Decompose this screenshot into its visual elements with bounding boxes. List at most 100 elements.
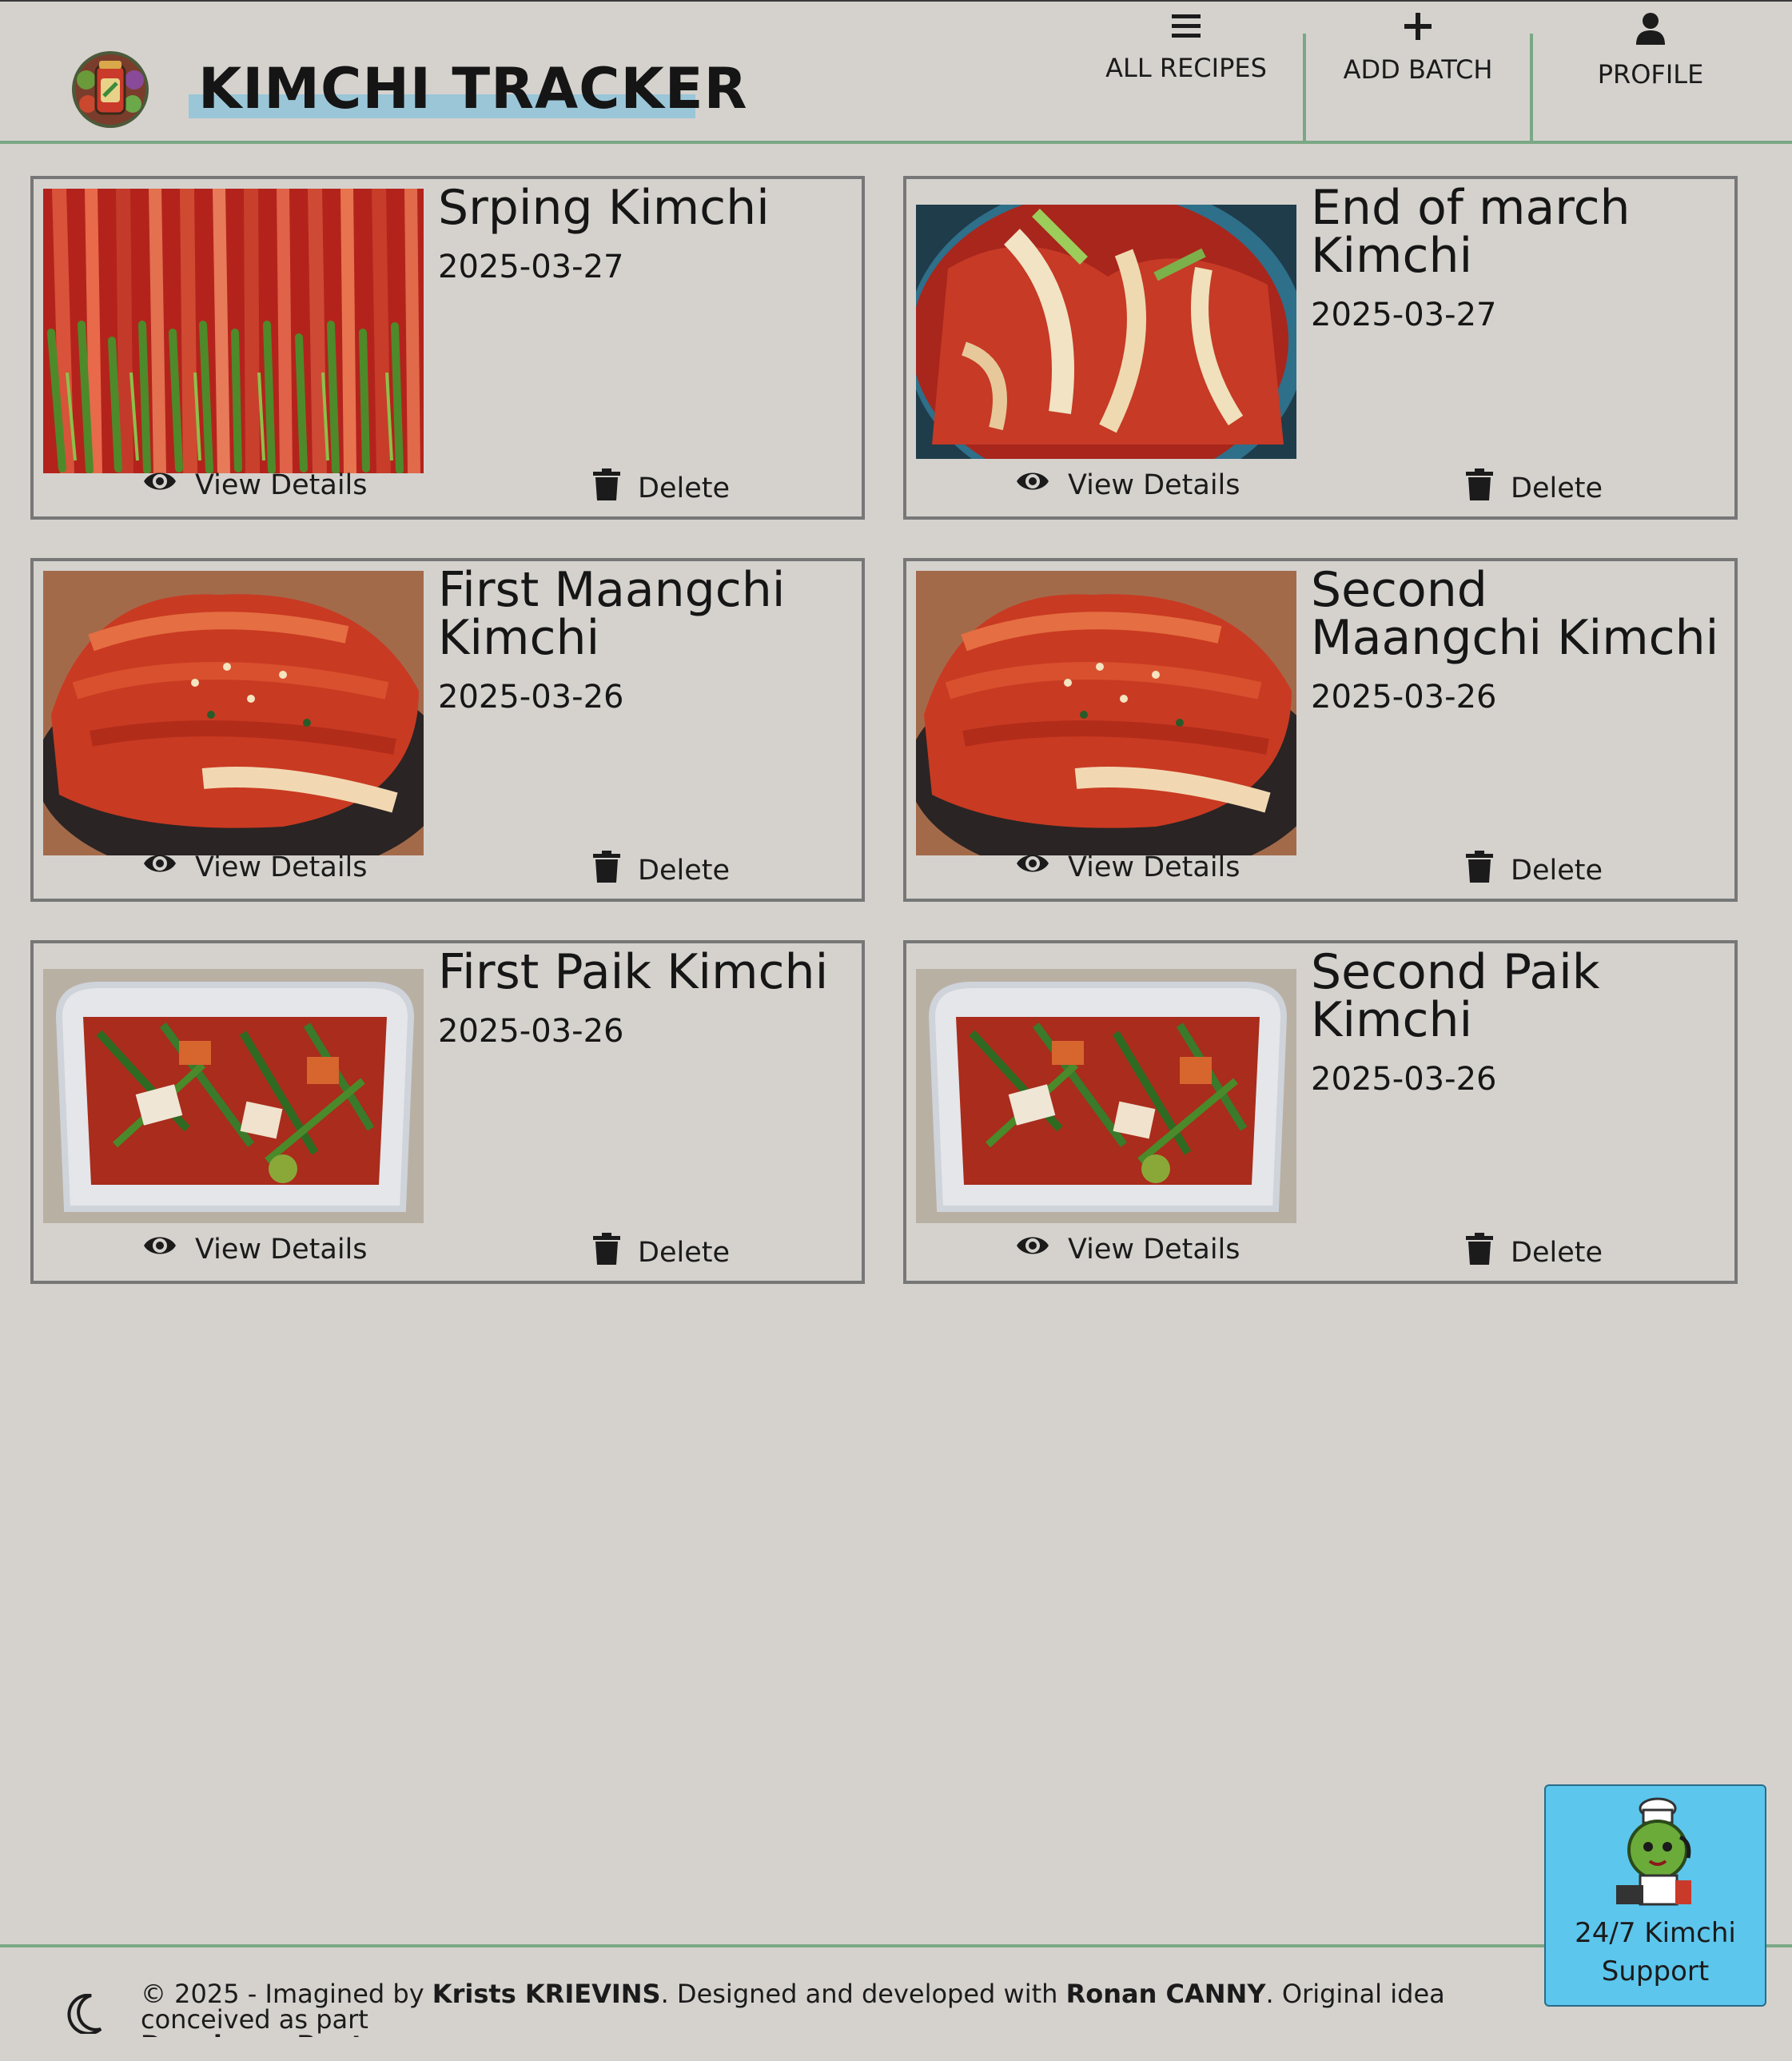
kimchi-jar-logo[interactable] [69,48,152,131]
card-actions: View Details Delete [34,1233,862,1271]
plus-icon [1404,0,1432,43]
support-label-line1: 24/7 Kimchi [1575,1917,1736,1949]
delete-button[interactable]: Delete [1466,851,1603,890]
footer-author: Krists KRIEVINS [432,1981,661,2009]
delete-label: Delete [638,1236,730,1269]
app-title[interactable]: KIMCHI TRACKER [189,53,747,125]
card-date: 2025-03-26 [1311,679,1497,716]
moon-icon[interactable] [67,1993,102,2037]
view-details-button[interactable]: View Details [142,468,368,501]
view-details-label: View Details [195,851,368,883]
card-title-block: End of march Kimchi 2025-03-27 [1311,184,1726,334]
card-actions: View Details Delete [906,468,1734,507]
cabbage-kimchi-bowl-photo [916,205,1296,459]
card-actions: View Details Delete [906,851,1734,889]
card-title: First Paik Kimchi [438,944,829,1000]
footer-middle: . Designed and developed with [660,1981,1066,2009]
trash-icon [593,851,638,890]
delete-label: Delete [1511,1236,1603,1269]
card-date: 2025-03-26 [1311,1061,1497,1098]
support-label: 24/7 Kimchi Support [1546,1914,1765,1991]
view-details-label: View Details [1068,1233,1240,1266]
card-date: 2025-03-26 [438,1013,624,1050]
nav-all-recipes-label: ALL RECIPES [1105,53,1267,83]
view-details-label: View Details [1068,468,1240,501]
batch-card: First Paik Kimchi 2025-03-26 View Detail… [30,940,865,1284]
nav-profile[interactable]: PROFILE [1567,0,1734,107]
container-kimchi-photo [43,969,424,1223]
batch-card: Second Paik Kimchi 2025-03-26 View Detai… [903,940,1738,1284]
eye-icon [142,851,195,883]
view-details-button[interactable]: View Details [142,851,368,883]
napa-cabbage-kimchi-photo [43,571,424,855]
batch-card: Srping Kimchi 2025-03-27 View Details De… [30,176,865,520]
eye-icon [142,1233,195,1266]
trash-icon [1466,851,1511,890]
napa-cabbage-kimchi-photo [916,571,1296,855]
view-details-label: View Details [1068,851,1240,883]
trash-icon [593,468,638,508]
user-icon [1636,0,1665,48]
delete-label: Delete [638,854,730,887]
card-date: 2025-03-26 [438,679,624,716]
delete-label: Delete [1511,854,1603,887]
trash-icon [593,1233,638,1272]
card-date: 2025-03-27 [438,249,624,285]
view-details-label: View Details [195,1233,368,1266]
nav-divider [1530,34,1533,141]
card-title-block: Second Paik Kimchi 2025-03-26 [1311,948,1726,1098]
delete-button[interactable]: Delete [593,468,730,508]
card-title-block: Srping Kimchi 2025-03-27 [438,184,854,286]
menu-icon [1172,0,1201,42]
card-title-block: Second Maangchi Kimchi 2025-03-26 [1311,566,1726,716]
card-title: Second Paik Kimchi [1311,944,1600,1048]
delete-button[interactable]: Delete [593,1233,730,1272]
card-actions: View Details Delete [34,468,862,507]
kimchi-support-button[interactable]: 24/7 Kimchi Support [1544,1784,1766,2007]
card-title: End of march Kimchi [1311,180,1631,284]
delete-button[interactable]: Delete [593,851,730,890]
view-details-button[interactable]: View Details [142,1233,368,1266]
cabbage-chef-mascot [1608,1797,1707,1912]
footer-collaborator: Ronan CANNY [1065,1981,1266,2009]
nav-divider [1303,34,1306,141]
nav-add-batch[interactable]: ADD BATCH [1327,0,1509,107]
delete-label: Delete [1511,472,1603,504]
footer-credits: © 2025 - Imagined by Krists KRIEVINS. De… [141,1981,1523,2037]
support-label-line2: Support [1601,1955,1710,1987]
nav-add-batch-label: ADD BATCH [1343,54,1493,85]
card-title: Second Maangchi Kimchi [1311,562,1719,666]
footer-divider [0,1944,1792,1947]
nav-profile-label: PROFILE [1597,59,1704,90]
trash-icon [1466,1233,1511,1272]
eye-icon [142,468,195,501]
nav-all-recipes[interactable]: ALL RECIPES [1101,0,1271,107]
card-actions: View Details Delete [906,1233,1734,1271]
green-onion-kimchi-photo [43,189,424,473]
card-date: 2025-03-27 [1311,297,1497,333]
card-title-block: First Maangchi Kimchi 2025-03-26 [438,566,854,716]
batch-card: First Maangchi Kimchi 2025-03-26 View De… [30,558,865,902]
card-actions: View Details Delete [34,851,862,889]
trash-icon [1466,468,1511,508]
view-details-label: View Details [195,468,368,501]
site-header: KIMCHI TRACKER ALL RECIPES ADD BATCH PRO… [0,0,1792,144]
delete-button[interactable]: Delete [1466,1233,1603,1272]
footer-end: . [441,2030,449,2037]
container-kimchi-photo [916,969,1296,1223]
batch-card: End of march Kimchi 2025-03-27 View Deta… [903,176,1738,520]
card-title: Srping Kimchi [438,180,770,236]
card-title: First Maangchi Kimchi [438,562,786,666]
eye-icon [1015,1233,1068,1266]
eye-icon [1015,851,1068,883]
delete-button[interactable]: Delete [1466,468,1603,508]
view-details-button[interactable]: View Details [1015,1233,1240,1266]
view-details-button[interactable]: View Details [1015,468,1240,501]
delete-label: Delete [638,472,730,504]
app-title-wrap: KIMCHI TRACKER [189,53,747,125]
card-title-block: First Paik Kimchi 2025-03-26 [438,948,854,1050]
eye-icon [1015,468,1068,501]
footer-program: Developer Bootcamp [141,2030,441,2037]
view-details-button[interactable]: View Details [1015,851,1240,883]
batch-card: Second Maangchi Kimchi 2025-03-26 View D… [903,558,1738,902]
